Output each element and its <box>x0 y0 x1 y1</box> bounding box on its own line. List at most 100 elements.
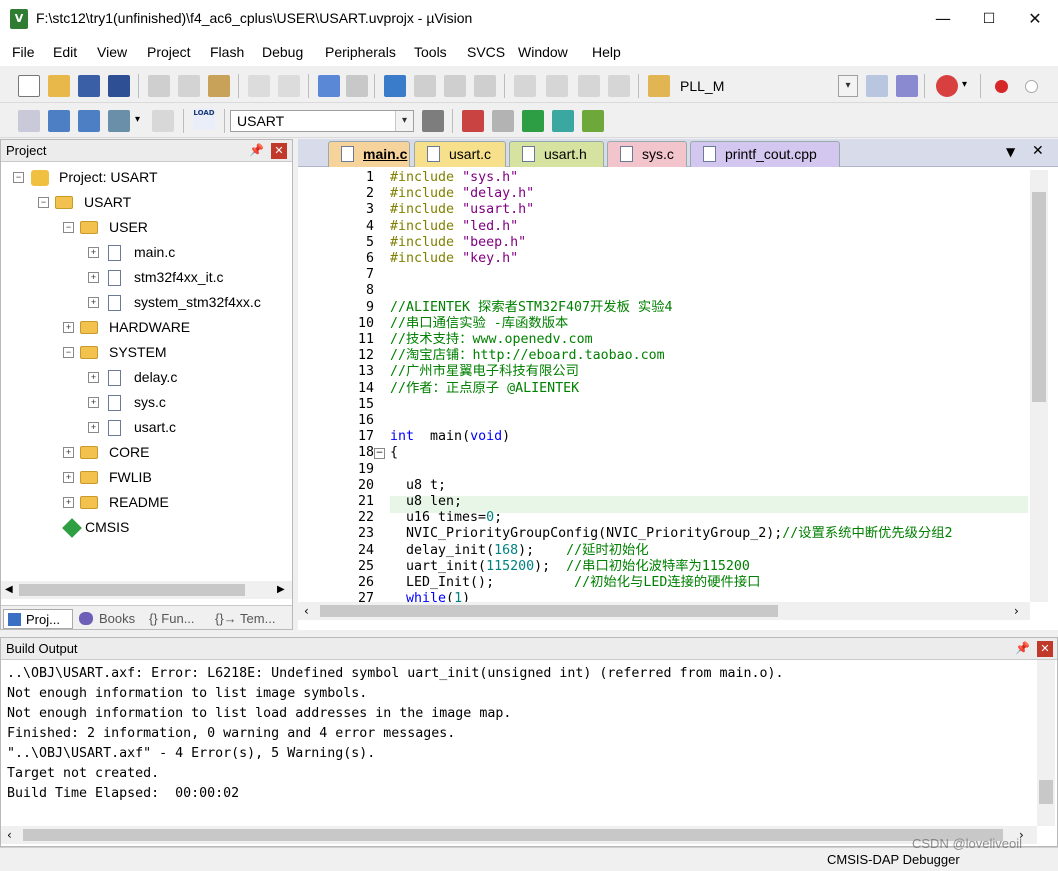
tree-item-project-usart[interactable]: − Project: USART <box>1 166 291 191</box>
build-hscroll[interactable]: ‹ › <box>1 826 1037 844</box>
tree-item-usart-c[interactable]: + usart.c <box>1 416 291 441</box>
comment-icon[interactable] <box>578 75 600 97</box>
unindent-icon[interactable] <box>546 75 568 97</box>
menu-file[interactable]: File <box>12 44 35 60</box>
menu-tools[interactable]: Tools <box>414 44 447 60</box>
tree-item-fwlib[interactable]: + FWLIB <box>1 466 291 491</box>
menu-edit[interactable]: Edit <box>53 44 77 60</box>
pin-icon[interactable]: 📌 <box>249 143 264 157</box>
tree-item-system-stm32f4xx-c[interactable]: + system_stm32f4xx.c <box>1 291 291 316</box>
new-file-icon[interactable] <box>18 75 40 97</box>
bookmark-icon[interactable] <box>384 75 406 97</box>
editor-hscroll-thumb[interactable] <box>320 605 778 617</box>
menu-view[interactable]: View <box>97 44 127 60</box>
navigate-forward-icon[interactable] <box>346 75 368 97</box>
editor-hscroll[interactable]: ‹ › <box>298 602 1030 620</box>
tree-item-system[interactable]: − SYSTEM <box>1 341 291 366</box>
tree-hscroll-thumb[interactable] <box>19 584 245 596</box>
target-select[interactable]: USART ▾ <box>230 110 414 132</box>
menu-peripherals[interactable]: Peripherals <box>325 44 396 60</box>
select-packs-icon[interactable] <box>582 110 604 132</box>
collapse-icon[interactable]: − <box>63 347 74 358</box>
scroll-right-icon[interactable]: ▶ <box>277 584 285 595</box>
close-panel-button[interactable]: ✕ <box>1037 641 1053 657</box>
run-time-environment-icon[interactable] <box>522 110 544 132</box>
cut-icon[interactable] <box>148 75 170 97</box>
expand-icon[interactable]: + <box>63 447 74 458</box>
tab-functions[interactable]: {} Fun... <box>147 609 209 629</box>
disable-breakpoint-icon[interactable] <box>1025 80 1038 93</box>
scroll-right-icon[interactable]: › <box>1014 604 1019 618</box>
build-output-text[interactable]: ..\OBJ\USART.axf: Error: L6218E: Undefin… <box>1 664 1031 822</box>
code-editor[interactable]: #include "sys.h" #include "delay.h" #inclu… <box>390 170 1030 602</box>
tab-templates[interactable]: {}→ Tem... <box>213 609 289 629</box>
tree-item-core[interactable]: + CORE <box>1 441 291 466</box>
pack-installer-icon[interactable] <box>552 110 574 132</box>
expand-icon[interactable]: + <box>88 397 99 408</box>
target-options-icon[interactable] <box>422 110 444 132</box>
next-bookmark-icon[interactable] <box>444 75 466 97</box>
fold-marker-icon[interactable]: − <box>374 448 385 459</box>
menu-project[interactable]: Project <box>147 44 191 60</box>
manage-components-icon[interactable] <box>462 110 484 132</box>
save-icon[interactable] <box>78 75 100 97</box>
rebuild-icon[interactable] <box>78 110 100 132</box>
tree-item-usart[interactable]: − USART <box>1 191 291 216</box>
expand-icon[interactable]: + <box>63 472 74 483</box>
close-panel-button[interactable]: ✕ <box>271 143 287 159</box>
menu-window[interactable]: Window <box>518 44 568 60</box>
menu-flash[interactable]: Flash <box>210 44 244 60</box>
expand-icon[interactable]: + <box>88 297 99 308</box>
save-all-icon[interactable] <box>108 75 130 97</box>
expand-icon[interactable]: + <box>88 247 99 258</box>
editor-vscroll[interactable] <box>1030 170 1048 602</box>
tab-printf-cout-cpp[interactable]: printf_cout.cpp <box>690 141 840 167</box>
expand-icon[interactable]: + <box>63 322 74 333</box>
build-vscroll-thumb[interactable] <box>1039 780 1053 804</box>
editor-vscroll-thumb[interactable] <box>1032 192 1046 402</box>
minimize-button[interactable]: — <box>920 0 966 38</box>
indent-icon[interactable] <box>514 75 536 97</box>
undo-icon[interactable] <box>248 75 270 97</box>
build-vscroll[interactable] <box>1037 660 1055 826</box>
stop-build-icon[interactable] <box>152 110 174 132</box>
open-folder-icon[interactable] <box>48 75 70 97</box>
build-hscroll-thumb[interactable] <box>23 829 1003 841</box>
debug-session-icon[interactable] <box>936 75 958 97</box>
collapse-icon[interactable]: − <box>13 172 24 183</box>
redo-icon[interactable] <box>278 75 300 97</box>
collapse-icon[interactable]: − <box>63 222 74 233</box>
breakpoint-icon[interactable] <box>995 80 1008 93</box>
tab-sys-c[interactable]: sys.c <box>607 141 687 167</box>
expand-icon[interactable]: + <box>88 372 99 383</box>
pin-icon[interactable]: 📌 <box>1015 641 1030 655</box>
translate-icon[interactable] <box>18 110 40 132</box>
navigate-back-icon[interactable] <box>318 75 340 97</box>
find-in-files-icon[interactable] <box>648 75 670 97</box>
chevron-down-icon[interactable]: ▾ <box>962 79 967 90</box>
scroll-left-icon[interactable]: ‹ <box>7 828 12 842</box>
tree-item-stm32f4xx-it-c[interactable]: + stm32f4xx_it.c <box>1 266 291 291</box>
menu-help[interactable]: Help <box>592 44 621 60</box>
scroll-left-icon[interactable]: ◀ <box>5 584 13 595</box>
batch-build-icon[interactable] <box>108 110 130 132</box>
find-icon[interactable] <box>866 75 888 97</box>
close-button[interactable]: ✕ <box>1012 0 1058 38</box>
tree-item-user[interactable]: − USER <box>1 216 291 241</box>
tab-usart-h[interactable]: usart.h <box>509 141 604 167</box>
clear-bookmarks-icon[interactable] <box>474 75 496 97</box>
file-extensions-icon[interactable] <box>492 110 514 132</box>
copy-icon[interactable] <box>178 75 200 97</box>
tree-item-delay-c[interactable]: + delay.c <box>1 366 291 391</box>
build-icon[interactable] <box>48 110 70 132</box>
menu-svcs[interactable]: SVCS <box>467 44 505 60</box>
expand-icon[interactable]: + <box>88 272 99 283</box>
uncomment-icon[interactable] <box>608 75 630 97</box>
tree-hscroll[interactable]: ◀ ▶ <box>1 581 292 599</box>
tab-books[interactable]: Books <box>77 609 143 629</box>
chevron-down-icon[interactable]: ▾ <box>135 114 140 125</box>
tree-item-cmsis[interactable]: CMSIS <box>1 516 291 541</box>
tree-item-readme[interactable]: + README <box>1 491 291 516</box>
tab-list-dropdown-icon[interactable]: ▼ <box>1006 145 1015 159</box>
close-tab-icon[interactable]: ✕ <box>1032 143 1044 159</box>
